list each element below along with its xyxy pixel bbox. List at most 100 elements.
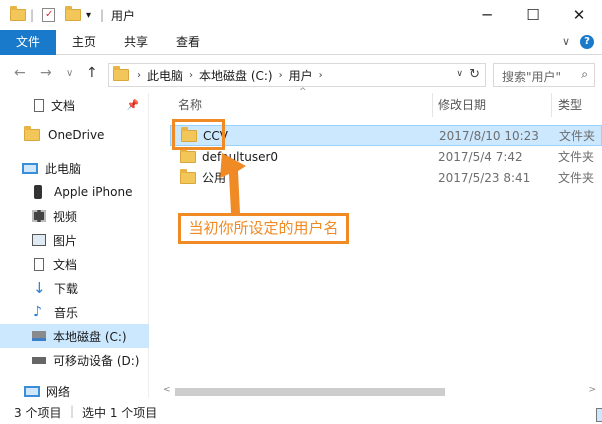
sidebar-item-label: Apple iPhone bbox=[54, 185, 133, 199]
file-date: 2017/8/10 10:23 bbox=[439, 128, 539, 143]
address-bar[interactable]: › 此电脑 › 本地磁盘 (C:) › 用户 › ∨ ↻ bbox=[108, 63, 486, 87]
back-button[interactable]: ← bbox=[14, 65, 26, 81]
scroll-thumb[interactable] bbox=[175, 388, 445, 396]
minimize-button[interactable]: ─ bbox=[464, 0, 510, 30]
sidebar-item-downloads[interactable]: ↓ 下载 bbox=[0, 276, 149, 300]
picture-icon bbox=[32, 234, 46, 246]
column-header-name[interactable]: 名称 bbox=[178, 96, 202, 113]
close-button[interactable]: ✕ bbox=[556, 0, 602, 30]
status-bar: 3 个项目 | 选中 1 个项目 bbox=[0, 399, 602, 424]
sidebar-item-this-pc[interactable]: 此电脑 bbox=[0, 156, 149, 180]
sidebar-item-onedrive[interactable]: OneDrive bbox=[0, 123, 149, 147]
file-row-defaultuser0[interactable]: defaultuser0 2017/5/4 7:42 文件夹 bbox=[170, 146, 602, 167]
sidebar-item-label: 图片 bbox=[53, 233, 78, 248]
column-header-type[interactable]: 类型 bbox=[558, 96, 582, 113]
column-header-date[interactable]: 修改日期 bbox=[438, 96, 486, 113]
customize-toolbar-icon[interactable]: ▾ bbox=[86, 6, 91, 24]
ribbon-tabs: 文件 主页 共享 查看 ∨ ? bbox=[0, 30, 602, 55]
window-title: 用户 bbox=[111, 9, 136, 23]
tab-file[interactable]: 文件 bbox=[0, 30, 56, 55]
title-bar: | ✓ ▾ | 用户 ─ ☐ ✕ bbox=[0, 0, 602, 30]
quick-access-toolbar bbox=[10, 6, 26, 24]
search-input[interactable]: 搜索"用户" ⌕ bbox=[493, 63, 595, 87]
properties-icon[interactable]: ✓ bbox=[42, 6, 55, 24]
selected-count: 选中 1 个项目 bbox=[82, 406, 158, 420]
document-icon bbox=[34, 257, 44, 271]
network-icon bbox=[24, 385, 40, 397]
file-date: 2017/5/4 7:42 bbox=[438, 149, 523, 164]
sidebar-item-documents[interactable]: 文档 bbox=[0, 252, 149, 276]
breadcrumb-this-pc[interactable]: 此电脑 bbox=[147, 67, 183, 84]
large-icons-view-icon[interactable] bbox=[596, 408, 602, 422]
sidebar-item-local-disk-c[interactable]: 本地磁盘 (C:) bbox=[0, 324, 149, 348]
document-icon bbox=[34, 98, 44, 112]
sidebar-item-videos[interactable]: 视频 bbox=[0, 204, 149, 228]
breadcrumb-separator[interactable]: › bbox=[189, 70, 193, 81]
help-icon[interactable]: ? bbox=[580, 35, 594, 49]
sidebar-item-label: 本地磁盘 (C:) bbox=[53, 329, 127, 344]
sidebar-item-label: 网络 bbox=[46, 384, 71, 399]
file-type: 文件夹 bbox=[558, 150, 595, 164]
drive-icon bbox=[32, 331, 46, 341]
sidebar-item-label: 音乐 bbox=[54, 305, 79, 320]
music-icon: ♪ bbox=[33, 304, 42, 320]
column-separator[interactable] bbox=[432, 93, 433, 117]
folder-icon bbox=[180, 168, 196, 184]
toolbar-separator: | bbox=[30, 8, 35, 22]
tab-view[interactable]: 查看 bbox=[164, 30, 212, 55]
refresh-icon[interactable]: ↻ bbox=[469, 67, 480, 82]
expand-ribbon-icon[interactable]: ∨ bbox=[562, 35, 570, 49]
folder-icon bbox=[24, 126, 40, 141]
horizontal-scrollbar[interactable]: < > bbox=[160, 385, 602, 399]
folder-icon bbox=[113, 66, 129, 81]
file-name: defaultuser0 bbox=[202, 149, 279, 164]
sidebar-item-pictures[interactable]: 图片 bbox=[0, 228, 149, 252]
forward-button[interactable]: → bbox=[40, 65, 52, 81]
file-type: 文件夹 bbox=[558, 171, 595, 185]
recent-locations-button[interactable]: ∨ bbox=[66, 68, 73, 79]
folder-icon bbox=[180, 147, 196, 163]
breadcrumb-separator[interactable]: › bbox=[279, 70, 283, 81]
sidebar-item-documents-quick[interactable]: 文档 📌 bbox=[0, 93, 149, 117]
sidebar-item-label: 可移动设备 (D:) bbox=[53, 353, 140, 368]
sidebar-item-iphone[interactable]: Apple iPhone bbox=[0, 180, 149, 204]
tab-home[interactable]: 主页 bbox=[60, 30, 108, 55]
navigation-pane: 文档 📌 OneDrive 此电脑 Apple iPhone 视频 图片 文档 … bbox=[0, 93, 149, 399]
breadcrumb-separator[interactable]: › bbox=[319, 70, 323, 81]
download-icon: ↓ bbox=[33, 279, 46, 297]
search-placeholder: 搜索"用户" bbox=[502, 70, 562, 84]
breadcrumb-separator[interactable]: › bbox=[137, 70, 141, 81]
usb-drive-icon bbox=[32, 356, 46, 364]
file-type: 文件夹 bbox=[559, 129, 596, 143]
phone-icon bbox=[34, 185, 42, 199]
new-folder-icon[interactable] bbox=[65, 6, 81, 24]
file-row-public[interactable]: 公用 2017/5/23 8:41 文件夹 bbox=[170, 167, 602, 188]
breadcrumb-users[interactable]: 用户 bbox=[289, 67, 313, 84]
sidebar-item-label: 此电脑 bbox=[45, 161, 82, 176]
breadcrumb-local-disk[interactable]: 本地磁盘 (C:) bbox=[199, 67, 273, 84]
scroll-left-icon[interactable]: < bbox=[163, 385, 171, 395]
scroll-right-icon[interactable]: > bbox=[588, 385, 596, 395]
computer-icon bbox=[22, 162, 38, 174]
file-row-ccv[interactable]: CCV 2017/8/10 10:23 文件夹 bbox=[170, 125, 602, 146]
sidebar-item-label: OneDrive bbox=[48, 128, 105, 142]
search-icon[interactable]: ⌕ bbox=[581, 67, 588, 82]
file-date: 2017/5/23 8:41 bbox=[438, 170, 531, 185]
pin-icon[interactable]: 📌 bbox=[127, 100, 139, 111]
up-button[interactable]: ↑ bbox=[86, 65, 98, 81]
sidebar-item-removable-d[interactable]: 可移动设备 (D:) bbox=[0, 348, 149, 372]
sidebar-item-music[interactable]: ♪ 音乐 bbox=[0, 300, 149, 324]
address-dropdown-icon[interactable]: ∨ bbox=[456, 69, 463, 79]
sidebar-item-label: 文档 bbox=[51, 98, 76, 113]
title-separator: | bbox=[100, 8, 105, 22]
sidebar-item-label: 下载 bbox=[54, 281, 79, 296]
file-name-cell: defaultuser0 bbox=[180, 147, 279, 164]
file-name-cell: 公用 bbox=[180, 168, 227, 186]
sidebar-item-label: 文档 bbox=[53, 257, 78, 272]
maximize-button[interactable]: ☐ bbox=[510, 0, 556, 30]
tab-share[interactable]: 共享 bbox=[112, 30, 160, 55]
folder-icon bbox=[10, 6, 26, 21]
column-separator[interactable] bbox=[551, 93, 552, 117]
annotation-label: 当初你所设定的用户名 bbox=[178, 213, 349, 244]
file-name: 公用 bbox=[202, 171, 227, 185]
